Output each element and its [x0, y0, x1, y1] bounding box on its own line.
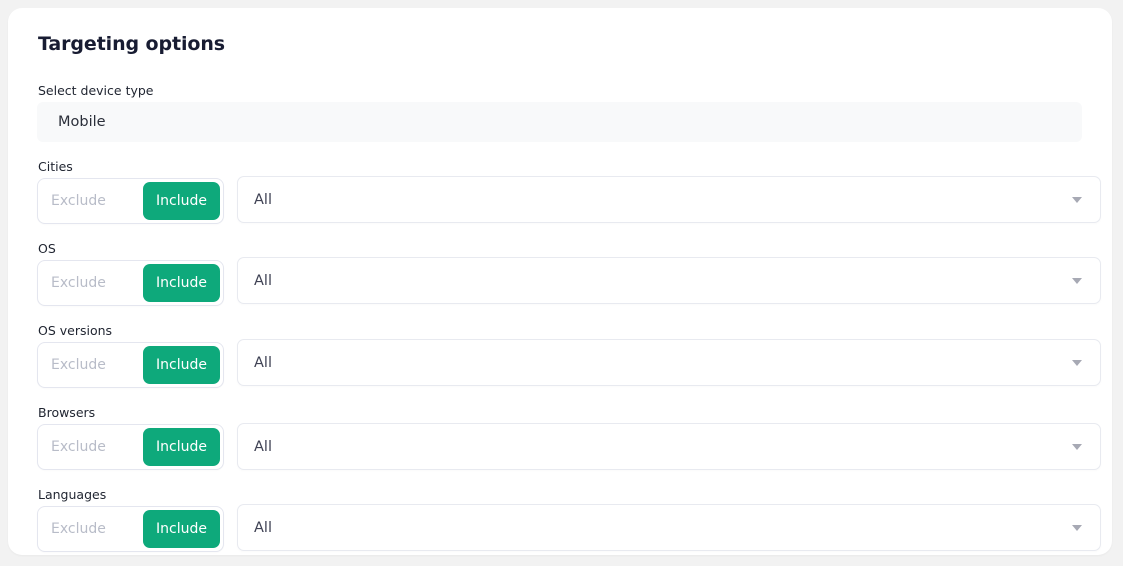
- browsers-label: Browsers: [38, 405, 96, 420]
- languages-label: Languages: [38, 487, 107, 502]
- languages-include-button[interactable]: Include: [143, 510, 220, 548]
- targeting-row-cities: Cities Exclude Include All: [37, 159, 1101, 224]
- cities-include-button[interactable]: Include: [143, 182, 220, 220]
- targeting-row-os-versions: OS versions Exclude Include All: [37, 323, 1101, 388]
- os-row-controls: Exclude Include All: [37, 257, 1101, 306]
- chevron-down-icon: [1072, 524, 1082, 531]
- os-select[interactable]: All: [237, 257, 1101, 304]
- languages-select[interactable]: All: [237, 504, 1101, 551]
- browsers-row-controls: Exclude Include All: [37, 423, 1101, 470]
- os-versions-row-controls: Exclude Include All: [37, 339, 1101, 388]
- os-include-exclude-toggle[interactable]: Exclude Include: [37, 260, 224, 306]
- chevron-down-icon: [1072, 196, 1082, 203]
- targeting-options-card: Targeting options Select device type Mob…: [8, 8, 1112, 555]
- browsers-select[interactable]: All: [237, 423, 1101, 470]
- device-type-field[interactable]: Mobile: [37, 102, 1082, 142]
- os-versions-select[interactable]: All: [237, 339, 1101, 386]
- device-type-section: Select device type Mobile: [37, 83, 1084, 142]
- cities-include-exclude-toggle[interactable]: Exclude Include: [37, 178, 224, 224]
- os-include-button[interactable]: Include: [143, 264, 220, 302]
- browsers-select-value: All: [254, 438, 272, 455]
- page-root: Targeting options Select device type Mob…: [0, 0, 1123, 566]
- device-type-label: Select device type: [38, 83, 154, 98]
- cities-row-controls: Exclude Include All: [37, 176, 1101, 224]
- cities-select-value: All: [254, 191, 272, 208]
- os-versions-select-value: All: [254, 354, 272, 371]
- languages-select-value: All: [254, 519, 272, 536]
- device-type-value: Mobile: [58, 114, 106, 130]
- languages-row-controls: Exclude Include All: [37, 504, 1101, 552]
- chevron-down-icon: [1072, 359, 1082, 366]
- browsers-include-button[interactable]: Include: [143, 428, 220, 466]
- browsers-include-exclude-toggle[interactable]: Exclude Include: [37, 424, 224, 470]
- targeting-row-browsers: Browsers Exclude Include All: [37, 405, 1101, 470]
- chevron-down-icon: [1072, 443, 1082, 450]
- targeting-row-os: OS Exclude Include All: [37, 241, 1101, 306]
- languages-include-exclude-toggle[interactable]: Exclude Include: [37, 506, 224, 552]
- os-label: OS: [38, 241, 56, 256]
- cities-select[interactable]: All: [237, 176, 1101, 223]
- page-title: Targeting options: [38, 33, 225, 55]
- targeting-row-languages: Languages Exclude Include All: [37, 487, 1101, 552]
- os-versions-include-exclude-toggle[interactable]: Exclude Include: [37, 342, 224, 388]
- cities-label: Cities: [38, 159, 73, 174]
- chevron-down-icon: [1072, 277, 1082, 284]
- os-versions-label: OS versions: [38, 323, 113, 338]
- os-versions-include-button[interactable]: Include: [143, 346, 220, 384]
- os-select-value: All: [254, 272, 272, 289]
